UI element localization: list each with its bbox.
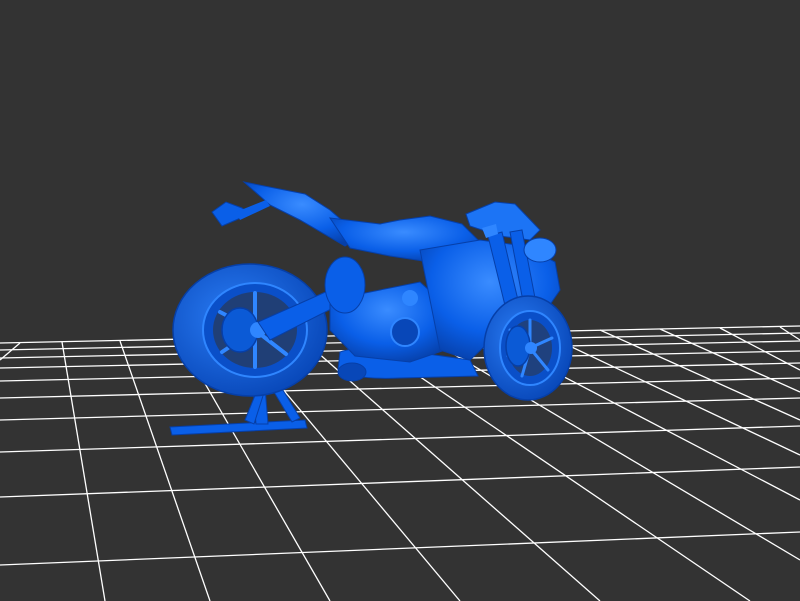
scene-canvas[interactable] — [0, 0, 800, 601]
rear-wheel — [172, 263, 328, 397]
front-wheel — [483, 295, 573, 401]
motorcycle-model[interactable] — [169, 181, 573, 436]
tail-section — [211, 181, 361, 247]
3d-viewport[interactable] — [0, 0, 800, 601]
